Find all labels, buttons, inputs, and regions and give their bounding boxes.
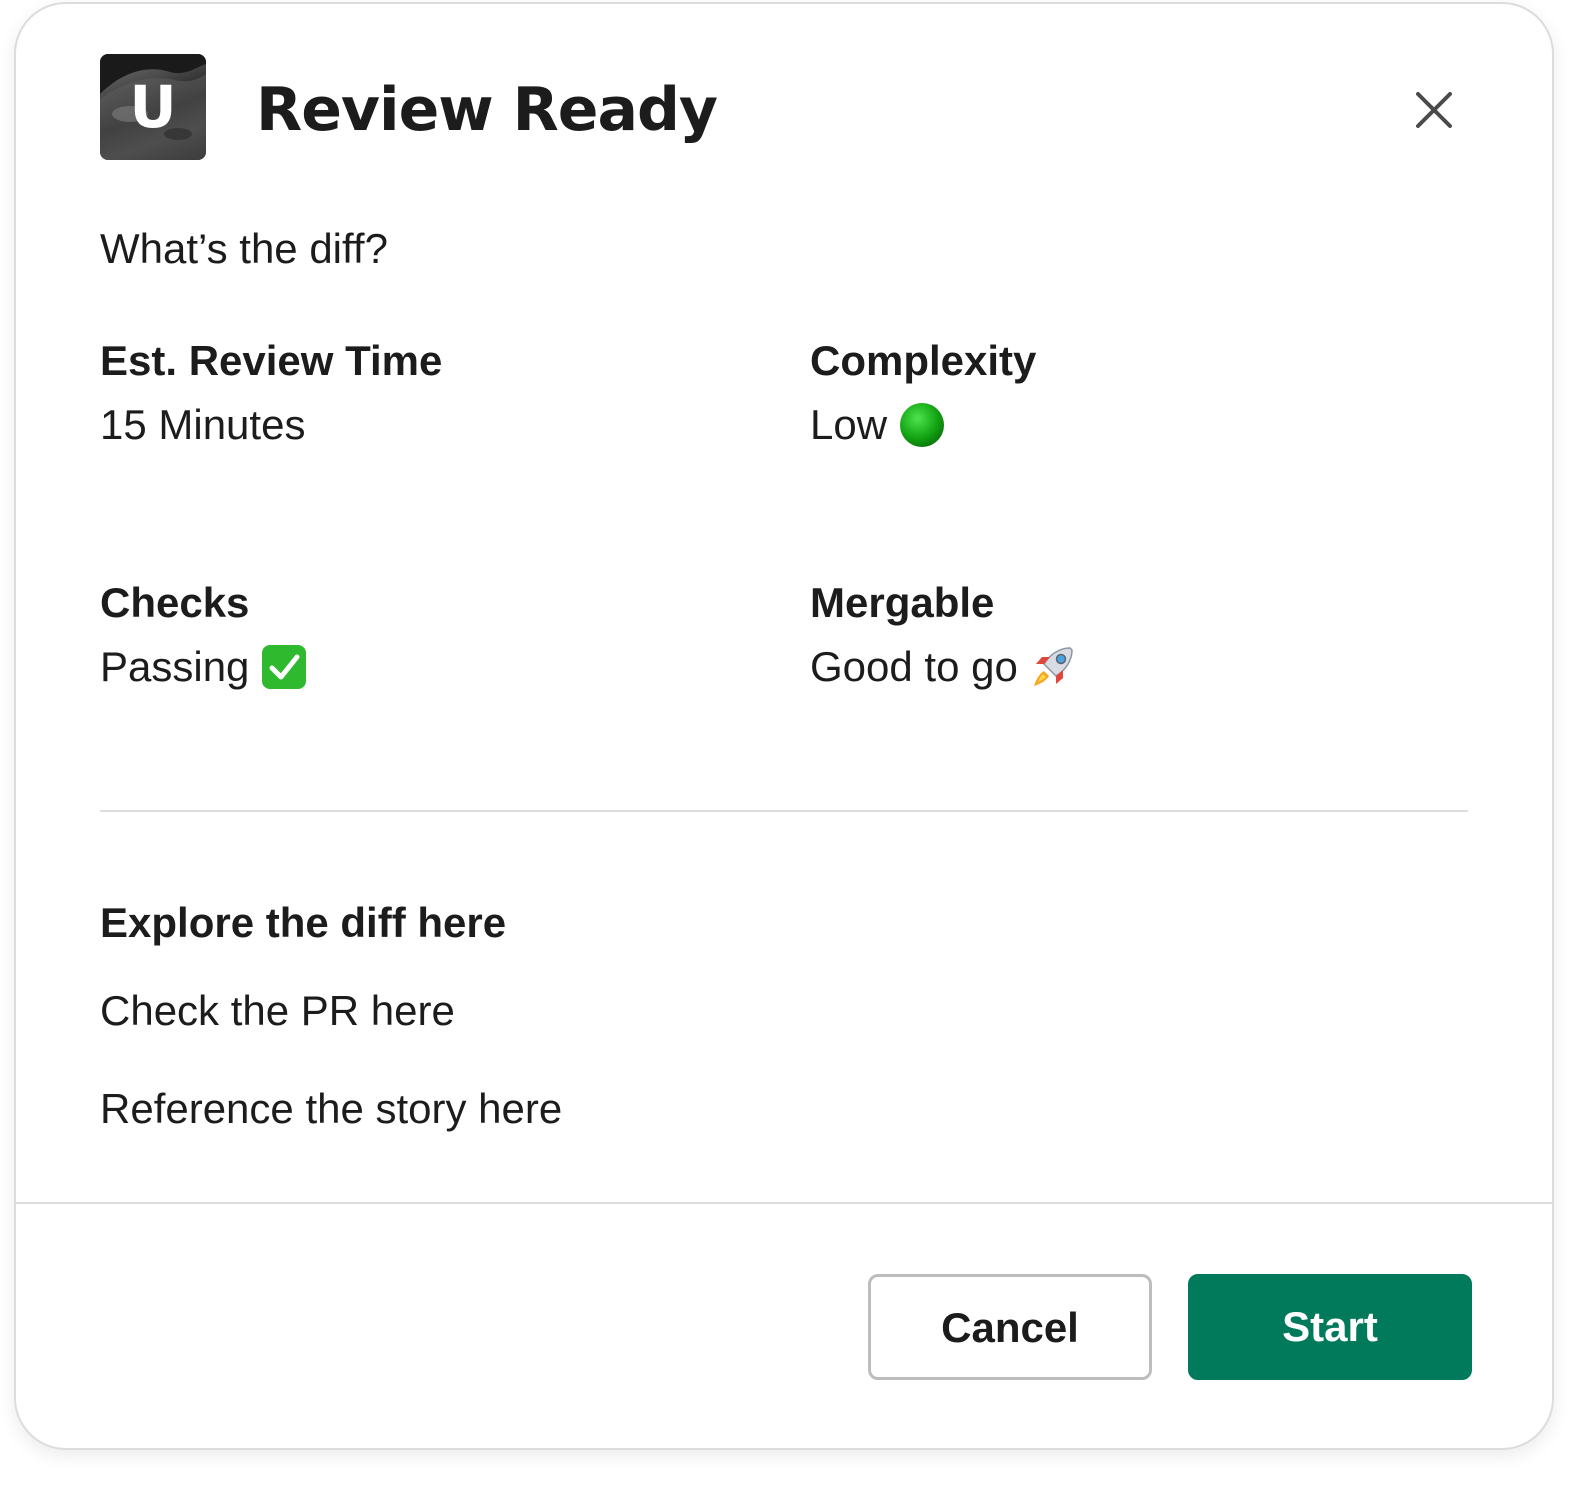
- field-value: Good to go: [810, 640, 1450, 694]
- green-circle-icon: [900, 403, 945, 447]
- field-label: Checks: [100, 579, 250, 626]
- modal-header: U Review Ready: [100, 54, 1468, 164]
- field-label: Mergable: [810, 579, 995, 626]
- start-button[interactable]: Start: [1188, 1274, 1472, 1380]
- field-value: 15 Minutes: [100, 398, 740, 452]
- field-checks: Checks Passing: [100, 576, 740, 694]
- review-ready-modal: U Review Ready What’s the diff? Est. Rev…: [14, 2, 1554, 1450]
- story-link[interactable]: Reference the story here: [100, 1082, 562, 1136]
- app-avatar-letter: U: [129, 73, 177, 141]
- field-label: Est. Review Time: [100, 337, 443, 384]
- section-divider: [100, 810, 1468, 812]
- rocket-icon: [1033, 647, 1073, 686]
- close-button[interactable]: [1408, 84, 1460, 136]
- complexity-value: Low: [810, 401, 888, 448]
- intro-text: What’s the diff?: [100, 225, 388, 272]
- field-complexity: Complexity Low: [810, 334, 1450, 452]
- review-time-value: 15 Minutes: [100, 401, 306, 448]
- checks-value: Passing: [100, 643, 250, 690]
- explore-heading: Explore the diff here: [100, 899, 507, 946]
- app-avatar: U: [100, 54, 206, 160]
- field-value: Low: [810, 398, 1450, 452]
- modal-title: Review Ready: [256, 75, 718, 145]
- field-mergable: Mergable Good to go: [810, 576, 1450, 694]
- footer-divider: [16, 1202, 1552, 1204]
- field-review-time: Est. Review Time 15 Minutes: [100, 334, 740, 452]
- close-icon: [1416, 92, 1452, 128]
- mergable-value: Good to go: [810, 643, 1018, 690]
- pr-link[interactable]: Check the PR here: [100, 984, 455, 1038]
- cancel-button[interactable]: Cancel: [868, 1274, 1152, 1380]
- field-label: Complexity: [810, 337, 1037, 384]
- field-value: Passing: [100, 640, 740, 694]
- check-mark-button-icon: [262, 645, 307, 689]
